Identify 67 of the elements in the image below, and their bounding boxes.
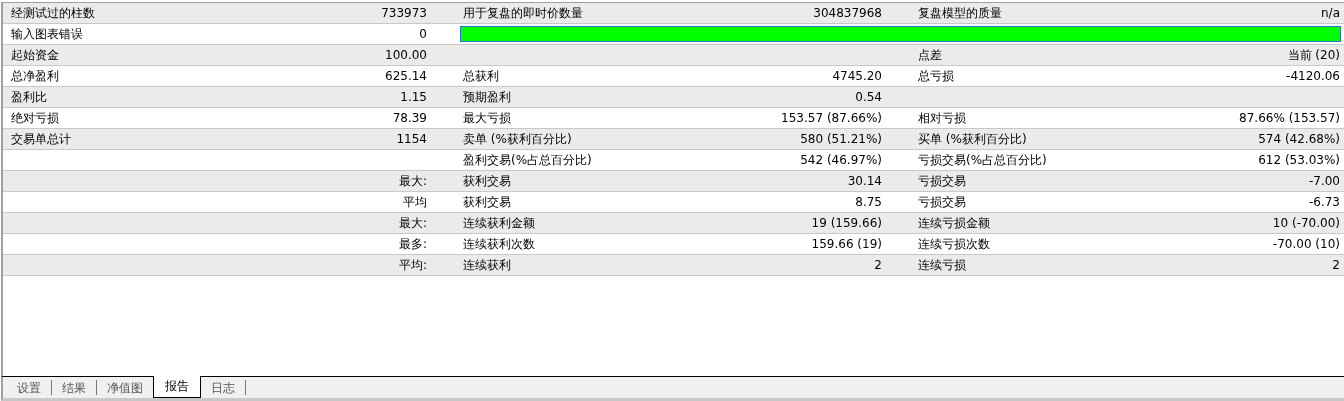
stat-value: 542 (46.97%): [800, 153, 882, 167]
stat-label: 绝对亏损: [11, 109, 59, 127]
stat-label: 连续亏损金额: [918, 214, 990, 232]
stat-value: 1.15: [400, 90, 427, 104]
stat-value: 0.54: [855, 90, 882, 104]
stat-value: n/a: [1321, 6, 1340, 20]
stat-value: 733973: [381, 6, 427, 20]
stat-label: 获利交易: [463, 172, 511, 190]
stat-value: 平均:: [398, 256, 427, 274]
stat-label: 点差: [918, 46, 942, 64]
stat-label: 亏损交易(%占总百分比): [918, 151, 1047, 169]
stat-label: 经测试过的柱数: [11, 4, 95, 22]
stat-value: -6.73: [1308, 195, 1340, 209]
stat-value: 2: [1332, 258, 1340, 272]
stat-value: -4120.06: [1286, 69, 1340, 83]
stat-value: 最多:: [398, 235, 427, 253]
stat-label: 亏损交易: [918, 193, 966, 211]
stat-value: 625.14: [385, 69, 427, 83]
stat-value: 304837968: [813, 6, 882, 20]
stat-value: 612 (53.03%): [1258, 153, 1340, 167]
stat-value: 87.66% (153.57): [1239, 111, 1340, 125]
stat-label: 连续获利次数: [463, 235, 535, 253]
stat-label: 连续亏损: [918, 256, 966, 274]
stat-label: 输入图表错误: [11, 25, 83, 43]
stat-label: 连续亏损次数: [918, 235, 990, 253]
stat-value: 2: [874, 258, 882, 272]
stat-value: 1154: [396, 132, 427, 146]
stat-label: 总亏损: [918, 67, 954, 85]
tab[interactable]: 报告: [153, 376, 201, 398]
tab[interactable]: 结果: [52, 380, 97, 395]
stat-value: 153.57 (87.66%): [781, 111, 882, 125]
stat-value: 0: [419, 27, 427, 41]
stat-value: 最大:: [398, 214, 427, 232]
tab[interactable]: 设置: [7, 380, 52, 395]
stat-value: -70.00 (10): [1272, 237, 1340, 251]
tab[interactable]: 日志: [201, 380, 246, 395]
stat-label: 起始资金: [11, 46, 59, 64]
stat-value: 10 (-70.00): [1272, 216, 1340, 230]
stat-value: 平均: [403, 193, 427, 211]
stat-label: 连续获利: [463, 256, 511, 274]
stat-label: 复盘模型的质量: [918, 4, 1002, 22]
stat-label: 相对亏损: [918, 109, 966, 127]
stat-label: 总获利: [463, 67, 499, 85]
stat-value: 19 (159.66): [811, 216, 882, 230]
stat-label: 最大亏损: [463, 109, 511, 127]
stat-value: 580 (51.21%): [800, 132, 882, 146]
stat-label: 交易单总计: [11, 130, 71, 148]
stat-value: 78.39: [392, 111, 427, 125]
stat-label: 连续获利金额: [463, 214, 535, 232]
stat-label: 总净盈利: [11, 67, 59, 85]
stat-value: 8.75: [855, 195, 882, 209]
stat-label: 盈利比: [11, 88, 47, 106]
stat-label: 卖单 (%获利百分比): [463, 130, 572, 148]
stat-value: 最大:: [398, 172, 427, 190]
stat-value: 4745.20: [832, 69, 882, 83]
stat-value: 159.66 (19): [811, 237, 882, 251]
stat-label: 买单 (%获利百分比): [918, 130, 1027, 148]
stat-value: -7.00: [1308, 174, 1340, 188]
stat-label: 用于复盘的即时价数量: [463, 4, 583, 22]
stat-label: 亏损交易: [918, 172, 966, 190]
stat-label: 盈利交易(%占总百分比): [463, 151, 592, 169]
stat-label: 获利交易: [463, 193, 511, 211]
stat-value: 30.14: [847, 174, 882, 188]
stat-value: 当前 (20): [1287, 46, 1340, 64]
stat-value: 100.00: [385, 48, 427, 62]
stat-value: 574 (42.68%): [1258, 132, 1340, 146]
stat-label: 预期盈利: [463, 88, 511, 106]
